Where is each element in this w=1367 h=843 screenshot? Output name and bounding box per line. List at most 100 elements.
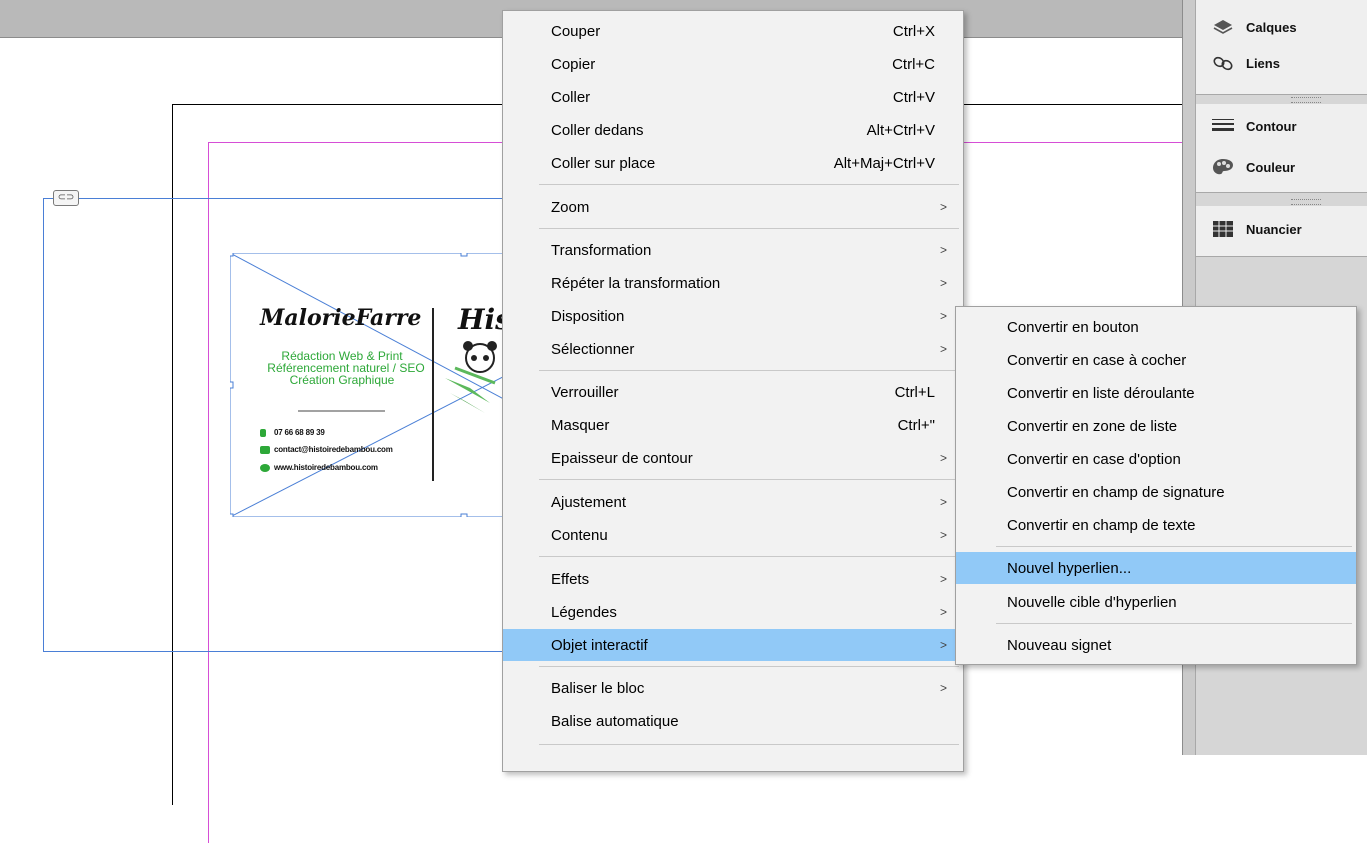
menu-item-transformation[interactable]: Transformation > — [503, 234, 963, 266]
menu-item-ajustement[interactable]: Ajustement > — [503, 486, 963, 518]
menu-item-label: Convertir en liste déroulante — [1007, 384, 1195, 402]
card-website-text: www.histoiredebambou.com — [274, 463, 378, 472]
menu-separator — [539, 744, 959, 745]
menu-item-shortcut: Ctrl+V — [892, 88, 935, 106]
panel-item-contour[interactable]: Contour — [1210, 113, 1297, 139]
menu-item-disposition[interactable]: Disposition > — [503, 300, 963, 332]
card-email-text: contact@histoiredebambou.com — [274, 445, 393, 454]
submenu-item-nouveau-signet[interactable]: Nouveau signet — [956, 629, 1356, 661]
menu-item-label: Nouvelle cible d'hyperlien — [1007, 593, 1177, 611]
submenu-arrow-icon: > — [939, 243, 947, 257]
submenu-item-convertir-bouton[interactable]: Convertir en bouton — [956, 311, 1356, 343]
panel-item-label: Contour — [1246, 118, 1297, 134]
submenu-arrow-icon: > — [939, 451, 947, 465]
submenu-arrow-icon: > — [939, 276, 947, 290]
business-card-image-frame[interactable]: MalorieFarre His Rédaction Web & Print R… — [230, 253, 530, 517]
menu-item-baliser-bloc[interactable]: Baliser le bloc > — [503, 672, 963, 704]
phone-icon — [260, 429, 266, 437]
panel-grip[interactable] — [1291, 97, 1321, 103]
menu-item-zoom[interactable]: Zoom > — [503, 191, 963, 223]
email-icon — [260, 446, 270, 454]
menu-item-coller[interactable]: Coller Ctrl+V — [503, 81, 963, 113]
submenu-arrow-icon: > — [939, 342, 947, 356]
submenu-item-convertir-case-cocher[interactable]: Convertir en case à cocher — [956, 344, 1356, 376]
submenu-item-nouvelle-cible-hyperlien[interactable]: Nouvelle cible d'hyperlien — [956, 586, 1356, 618]
submenu-item-nouvel-hyperlien[interactable]: Nouvel hyperlien... — [956, 552, 1356, 584]
panel-item-label: Calques — [1246, 19, 1297, 35]
menu-item-label: Zoom — [551, 198, 590, 216]
panel-item-nuancier[interactable]: Nuancier — [1210, 216, 1302, 242]
menu-separator — [539, 184, 959, 185]
menu-item-label: Légendes — [551, 603, 617, 621]
menu-item-label: Masquer — [551, 416, 610, 434]
submenu-item-convertir-case-option[interactable]: Convertir en case d'option — [956, 443, 1356, 475]
panel-item-calques[interactable]: Calques — [1210, 14, 1297, 40]
submenu-arrow-icon: > — [939, 572, 947, 586]
menu-item-label: Nouvel hyperlien... — [1007, 559, 1132, 577]
menu-item-verrouiller[interactable]: Verrouiller Ctrl+L — [503, 376, 963, 408]
panel-item-label: Couleur — [1246, 159, 1296, 175]
menu-item-label: Couper — [551, 22, 601, 40]
menu-item-repeter-transformation[interactable]: Répéter la transformation > — [503, 267, 963, 299]
menu-item-effets[interactable]: Effets > — [503, 563, 963, 595]
menu-item-label: Répéter la transformation — [551, 274, 721, 292]
link-chain-icon[interactable]: ⊂⊃ — [53, 190, 79, 206]
menu-separator — [996, 623, 1352, 624]
menu-item-shortcut: Ctrl+L — [894, 383, 935, 401]
menu-item-shortcut: Ctrl+X — [892, 22, 935, 40]
menu-item-label: Ajustement — [551, 493, 627, 511]
interactive-object-submenu: Convertir en bouton Convertir en case à … — [955, 306, 1357, 665]
submenu-item-convertir-liste-deroulante[interactable]: Convertir en liste déroulante — [956, 377, 1356, 409]
menu-item-label: Transformation — [551, 241, 652, 259]
menu-item-legendes[interactable]: Légendes > — [503, 596, 963, 628]
panel-grip[interactable] — [1291, 199, 1321, 205]
menu-item-label: Contenu — [551, 526, 608, 544]
panel-group-swatches: Nuancier — [1196, 206, 1367, 257]
menu-item-masquer[interactable]: Masquer Ctrl+" — [503, 409, 963, 441]
context-menu: Couper Ctrl+X Copier Ctrl+C Coller Ctrl+… — [502, 10, 964, 772]
menu-item-label: Epaisseur de contour — [551, 449, 693, 467]
panel-group-layers-links: Calques Liens — [1196, 0, 1367, 95]
panel-item-couleur[interactable]: Couleur — [1210, 154, 1295, 180]
menu-item-label: Convertir en case à cocher — [1007, 351, 1187, 369]
submenu-arrow-icon: > — [939, 495, 947, 509]
menu-separator — [539, 479, 959, 480]
submenu-item-convertir-champ-signature[interactable]: Convertir en champ de signature — [956, 476, 1356, 508]
menu-separator — [539, 556, 959, 557]
panel-group-stroke-color: Contour Couleur — [1196, 104, 1367, 193]
menu-item-label: Coller sur place — [551, 154, 656, 172]
menu-item-label: Convertir en case d'option — [1007, 450, 1181, 468]
submenu-arrow-icon: > — [939, 200, 947, 214]
submenu-item-convertir-champ-texte[interactable]: Convertir en champ de texte — [956, 509, 1356, 541]
menu-item-balise-automatique[interactable]: Balise automatique — [503, 705, 963, 737]
menu-item-label: Coller — [551, 88, 591, 106]
menu-item-contenu[interactable]: Contenu > — [503, 519, 963, 551]
card-service-line: Création Graphique — [289, 373, 395, 387]
menu-item-coller-dedans[interactable]: Coller dedans Alt+Ctrl+V — [503, 114, 963, 146]
menu-item-label: Sélectionner — [551, 340, 635, 358]
menu-separator — [996, 546, 1352, 547]
menu-item-coller-sur-place[interactable]: Coller sur place Alt+Maj+Ctrl+V — [503, 147, 963, 179]
menu-item-label: Convertir en bouton — [1007, 318, 1139, 336]
menu-item-couper[interactable]: Couper Ctrl+X — [503, 15, 963, 47]
menu-item-selectionner[interactable]: Sélectionner > — [503, 333, 963, 365]
layers-icon — [1210, 17, 1236, 37]
menu-item-label: Effets — [551, 570, 590, 588]
submenu-arrow-icon: > — [939, 528, 947, 542]
menu-item-label: Verrouiller — [551, 383, 619, 401]
submenu-arrow-icon: > — [939, 681, 947, 695]
swatches-icon — [1210, 219, 1236, 239]
menu-item-shortcut: Ctrl+" — [897, 416, 935, 434]
menu-item-label: Convertir en zone de liste — [1007, 417, 1178, 435]
submenu-item-convertir-zone-liste[interactable]: Convertir en zone de liste — [956, 410, 1356, 442]
menu-item-copier[interactable]: Copier Ctrl+C — [503, 48, 963, 80]
menu-item-label: Objet interactif — [551, 636, 648, 654]
menu-item-shortcut: Alt+Ctrl+V — [866, 121, 935, 139]
menu-item-epaisseur-contour[interactable]: Epaisseur de contour > — [503, 442, 963, 474]
card-name-text: MalorieFarre — [260, 305, 422, 331]
menu-item-label: Nouveau signet — [1007, 636, 1112, 654]
panel-item-liens[interactable]: Liens — [1210, 50, 1280, 76]
panel-item-label: Liens — [1246, 55, 1280, 71]
menu-separator — [539, 370, 959, 371]
menu-item-objet-interactif[interactable]: Objet interactif > — [503, 629, 963, 661]
